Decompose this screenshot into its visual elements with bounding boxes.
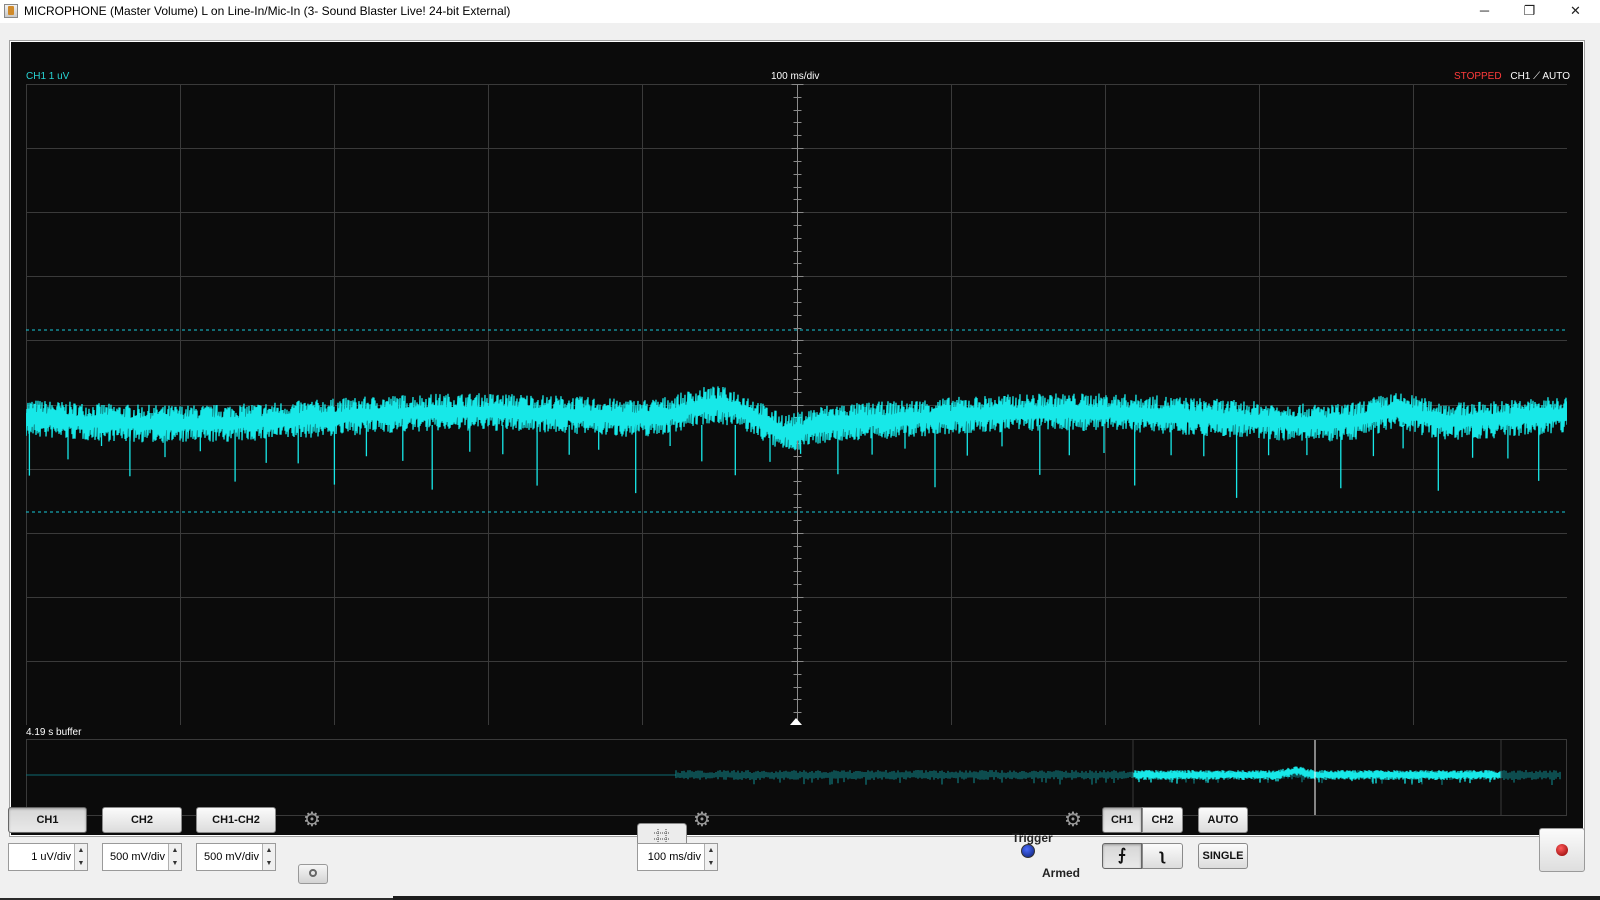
ch2-vdiv-down-icon[interactable]: ▼	[169, 857, 181, 870]
diff-vdiv-down-icon[interactable]: ▼	[263, 857, 275, 870]
armed-indicator-icon	[1021, 844, 1035, 858]
trigger-settings-gear-icon[interactable]: ⚙	[1062, 809, 1084, 831]
trigger-ch1-button[interactable]: CH1	[1102, 807, 1142, 833]
ch2-button[interactable]: CH2	[102, 807, 182, 833]
falling-edge-button[interactable]: ʅ	[1142, 843, 1183, 869]
ch2-volts-per-div-stepper[interactable]: 500 mV/div ▲ ▼	[102, 843, 182, 871]
ch1-volts-per-div-stepper[interactable]: 1 uV/div ▲ ▼	[8, 843, 88, 871]
timebase-stepper[interactable]: 100 ms/div ▲ ▼	[637, 843, 718, 871]
timebase-value: 100 ms/div	[647, 851, 701, 863]
trigger-slope-icon: ⟋	[1533, 71, 1541, 82]
single-button[interactable]: SINGLE	[1198, 843, 1248, 869]
auto-button[interactable]: AUTO	[1198, 807, 1248, 833]
graticule	[26, 84, 1567, 725]
restore-button[interactable]: ❐	[1507, 0, 1552, 23]
camera-snapshot-icon[interactable]	[298, 864, 328, 884]
run-stop-button[interactable]	[1539, 828, 1585, 872]
ch2-vdiv-up-icon[interactable]: ▲	[169, 844, 181, 857]
ch1-vdiv-down-icon[interactable]: ▼	[75, 857, 87, 870]
trigger-channel-readout: CH1	[1510, 71, 1531, 82]
trigger-ch2-button[interactable]: CH2	[1142, 807, 1183, 833]
diff-vdiv-value: 500 mV/div	[203, 851, 259, 863]
title-bar: MICROPHONE (Master Volume) L on Line-In/…	[0, 0, 1600, 23]
record-dot-icon	[1556, 844, 1568, 856]
armed-label: Armed	[1042, 866, 1081, 880]
trigger-position-marker[interactable]	[790, 718, 802, 725]
timebase-up-icon[interactable]: ▲	[705, 844, 717, 857]
timebase-readout: 100 ms/div	[771, 71, 820, 82]
minimize-button[interactable]: ─	[1462, 0, 1507, 23]
status-stopped: STOPPED	[1453, 71, 1502, 82]
window-title: MICROPHONE (Master Volume) L on Line-In/…	[24, 4, 511, 18]
channel-settings-gear-icon[interactable]: ⚙	[301, 809, 323, 831]
app-icon	[4, 4, 18, 18]
timebase-settings-gear-icon[interactable]: ⚙	[691, 809, 713, 831]
falling-edge-icon: ʅ	[1159, 847, 1166, 864]
buffer-overview[interactable]	[26, 739, 1567, 816]
trigger-status: STOPPED CH1 ⟋ AUTO	[1454, 71, 1570, 82]
main-frame: CH1 1 uV 100 ms/div STOPPED CH1 ⟋ AUTO 4…	[0, 23, 1600, 900]
ch1-ch2-button[interactable]: CH1-CH2	[196, 807, 276, 833]
ch1-vdiv-up-icon[interactable]: ▲	[75, 844, 87, 857]
trigger-mode-readout: AUTO	[1542, 71, 1570, 82]
diff-vdiv-up-icon[interactable]: ▲	[263, 844, 275, 857]
timebase-down-icon[interactable]: ▼	[705, 857, 717, 870]
channel-scale-readout: CH1 1 uV	[26, 71, 70, 82]
bottom-edge-dark	[393, 896, 1600, 900]
rising-edge-icon: ⨍	[1117, 847, 1127, 864]
diff-volts-per-div-stepper[interactable]: 500 mV/div ▲ ▼	[196, 843, 276, 871]
close-button[interactable]: ✕	[1553, 0, 1598, 23]
waveform-plot[interactable]	[26, 84, 1567, 725]
ch1-vdiv-value: 1 uV/div	[31, 851, 71, 863]
buffer-label: 4.19 s buffer	[26, 727, 82, 738]
trigger-label: Trigger	[1012, 831, 1053, 845]
rising-edge-button[interactable]: ⨍	[1102, 843, 1142, 869]
oscilloscope-display[interactable]: CH1 1 uV 100 ms/div STOPPED CH1 ⟋ AUTO 4…	[11, 42, 1583, 835]
center-axis-ticks	[791, 84, 804, 725]
ch1-button[interactable]: CH1	[8, 807, 87, 833]
ch2-vdiv-value: 500 mV/div	[109, 851, 165, 863]
